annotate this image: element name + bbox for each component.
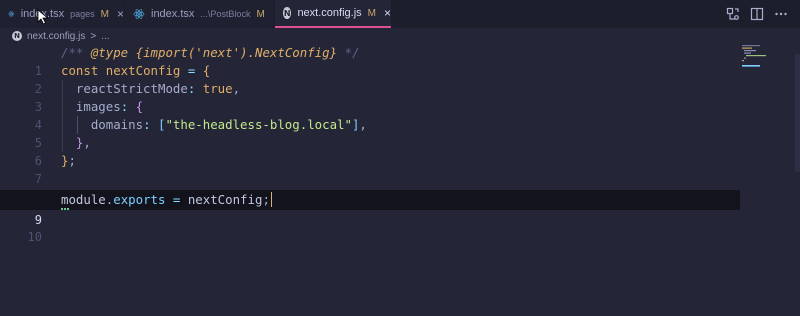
breadcrumb-separator: >	[90, 30, 97, 42]
code-editor[interactable]: 1 /** @type {import('next').NextConfig} …	[0, 44, 800, 316]
tab-next-config[interactable]: N next.config.js M ×	[275, 0, 391, 28]
token: reactStrictMode	[75, 81, 188, 96]
token: nextConfig	[187, 192, 263, 207]
tab-index-pages[interactable]: index.tsx pages M ×	[0, 0, 124, 28]
code-line: 10	[0, 210, 740, 244]
line-number: 10	[27, 230, 42, 244]
token: :	[187, 81, 203, 96]
token: ,	[83, 135, 91, 150]
token: ;	[68, 153, 76, 168]
token: =	[180, 63, 203, 78]
close-icon[interactable]: ×	[117, 7, 124, 21]
token: ,	[359, 117, 367, 132]
editor-tab-bar: index.tsx pages M × index.tsx ...\PostBl…	[0, 0, 800, 28]
minimap[interactable]	[742, 44, 772, 84]
compare-changes-icon[interactable]	[726, 7, 740, 21]
modified-indicator: M	[256, 8, 265, 20]
tab-label: index.tsx	[151, 8, 195, 20]
close-icon[interactable]: ×	[384, 6, 391, 20]
token: nextConfig	[105, 63, 181, 78]
token: {import('next').NextConfig}	[135, 45, 338, 60]
modified-indicator: M	[367, 7, 376, 19]
token: */	[337, 45, 360, 60]
token: :	[120, 99, 136, 114]
token: ,	[232, 81, 241, 96]
current-code-line[interactable]: 9 module.exports = nextConfig;	[0, 190, 740, 227]
breadcrumb-file[interactable]: next.config.js	[27, 31, 85, 42]
text-cursor	[270, 192, 273, 207]
code-line: 2 const nextConfig = {	[0, 62, 740, 96]
token: exports	[113, 192, 166, 207]
lint-hint-dots	[61, 208, 69, 210]
breadcrumb: N next.config.js > ...	[0, 28, 800, 44]
code-line: 8	[0, 170, 740, 204]
react-icon	[8, 11, 15, 17]
token: @type	[90, 45, 129, 60]
token: /**	[61, 45, 91, 60]
token: ;	[262, 192, 270, 207]
token: =	[165, 192, 188, 207]
react-icon	[133, 9, 145, 19]
nextjs-file-icon: N	[283, 7, 292, 19]
tab-description: ...\PostBlock	[200, 9, 251, 19]
token: module	[61, 192, 106, 207]
tab-description: pages	[70, 9, 95, 19]
token: images	[75, 99, 121, 114]
code-line: 4 images: {	[0, 98, 740, 132]
token: "the-headless-blog.local"	[165, 117, 352, 132]
tab-label: next.config.js	[297, 7, 362, 19]
token: {	[202, 63, 211, 78]
split-editor-icon[interactable]	[750, 7, 764, 21]
token: {	[135, 99, 144, 114]
breadcrumb-symbol[interactable]: ...	[101, 31, 109, 42]
code-line: 6 },	[0, 134, 740, 168]
mouse-cursor-icon	[37, 9, 49, 25]
code-line: 5 domains: ["the-headless-blog.local"],	[0, 116, 740, 150]
code-line: 3 reactStrictMode: true,	[0, 80, 740, 114]
more-actions-icon[interactable]	[774, 7, 788, 21]
token: :	[143, 117, 158, 132]
code-line: 1 /** @type {import('next').NextConfig} …	[0, 44, 740, 78]
tab-index-postblock[interactable]: index.tsx ...\PostBlock M	[125, 0, 273, 28]
token: const	[61, 63, 106, 78]
vertical-scrollbar[interactable]	[795, 54, 800, 172]
token: true	[202, 81, 233, 96]
modified-indicator: M	[100, 8, 109, 20]
token: domains	[90, 117, 144, 132]
code-line: 7 };	[0, 152, 740, 186]
editor-actions	[726, 0, 800, 28]
nextjs-file-icon: N	[12, 31, 22, 41]
